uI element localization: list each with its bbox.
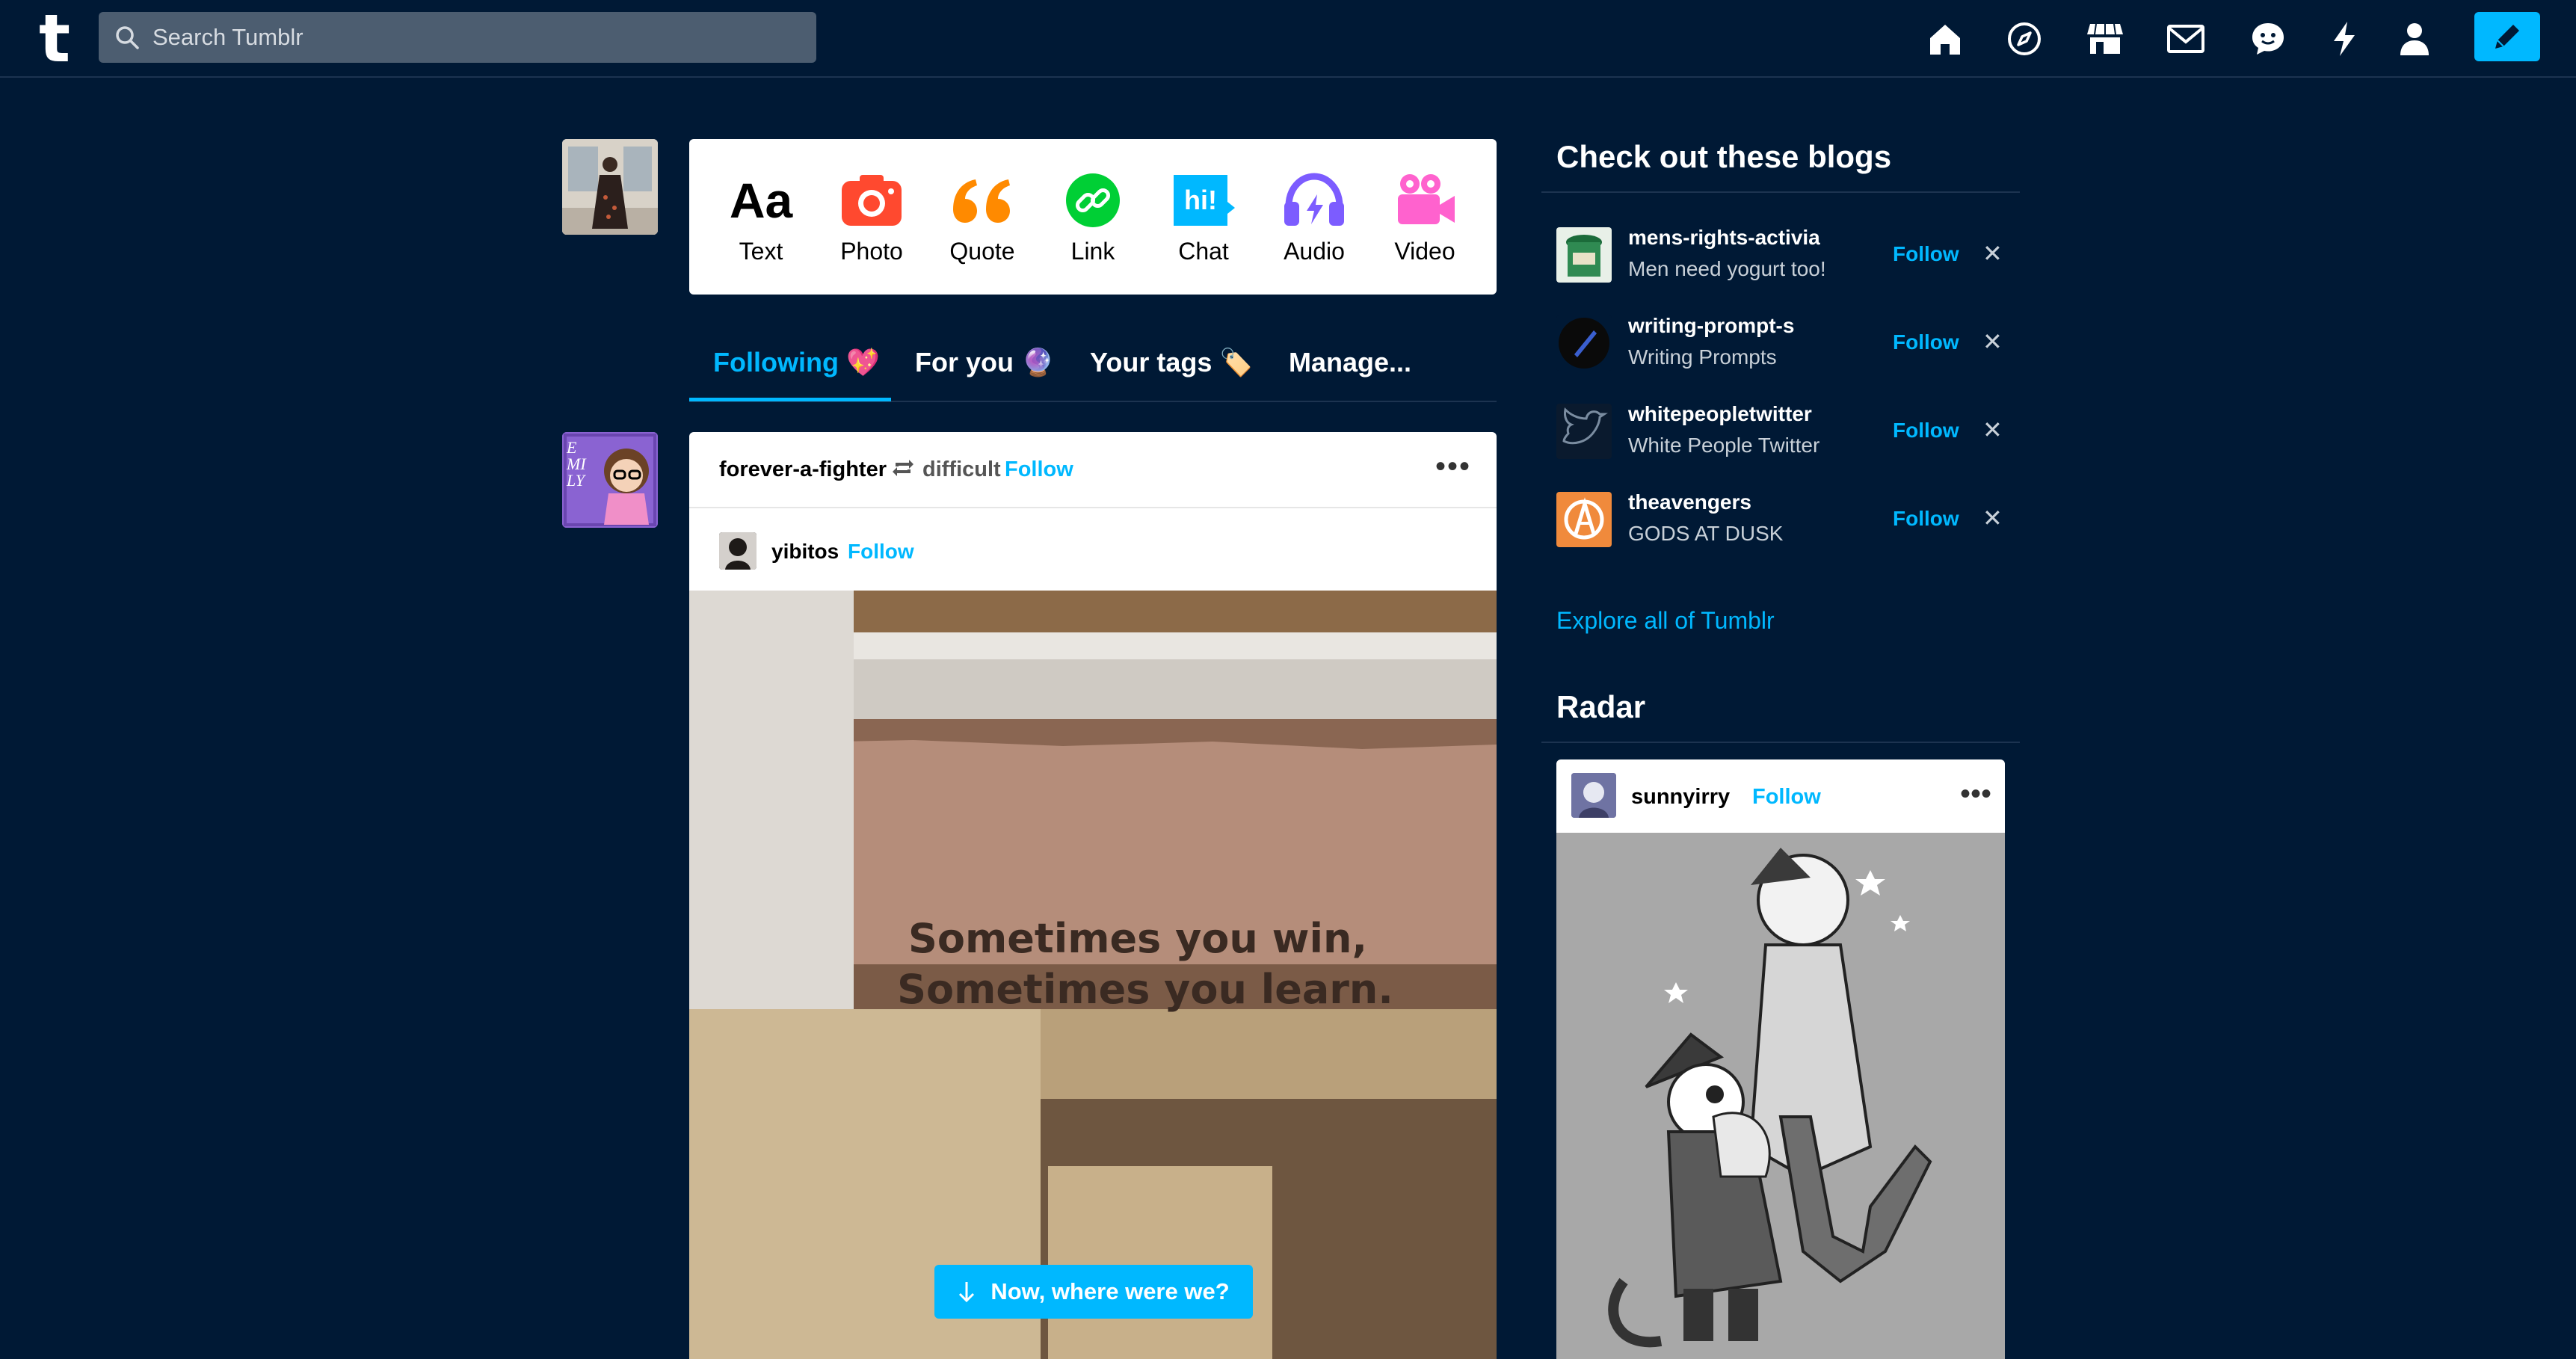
tab-your-tags[interactable]: Your tags 🏷️: [1090, 347, 1253, 378]
post-card: forever-a-fighter difficult Follow ••• y…: [689, 432, 1497, 1359]
quote-icon: [950, 169, 1014, 232]
active-tab-indicator: [689, 398, 891, 401]
link-icon: [1064, 169, 1121, 232]
recommended-blogs-title: Check out these blogs: [1556, 139, 1892, 174]
avatar-name-letters: EMILY: [567, 438, 586, 490]
post-type-text[interactable]: Aa Text: [709, 169, 813, 265]
post-image-text-line1: Sometimes you win,: [908, 915, 1367, 962]
post-type-bar: Aa Text Photo Quote Link hi! Chat Audio: [689, 139, 1497, 295]
account-icon[interactable]: [2394, 18, 2435, 60]
svg-text:hi!: hi!: [1184, 185, 1217, 215]
original-author-name[interactable]: yibitos: [771, 540, 839, 564]
text-icon: Aa: [729, 172, 793, 228]
top-nav-bar: t: [0, 0, 2576, 78]
tab-following[interactable]: Following 💖: [713, 347, 880, 378]
recommended-blog[interactable]: writing-prompt-s Writing Prompts Follow …: [1556, 308, 2020, 375]
my-avatar[interactable]: [562, 139, 658, 235]
divider: [1541, 742, 2020, 743]
post-blog-name[interactable]: forever-a-fighter: [719, 457, 887, 482]
blog-avatar: [1556, 315, 1612, 371]
post-image[interactable]: Sometimes you win, Sometimes you learn.: [689, 591, 1497, 1359]
original-author-avatar[interactable]: [719, 532, 757, 570]
recommended-blog[interactable]: whitepeopletwitter White People Twitter …: [1556, 396, 2020, 463]
tab-manage[interactable]: Manage...: [1289, 347, 1411, 378]
more-options-icon[interactable]: •••: [1435, 452, 1471, 481]
search-input[interactable]: [152, 12, 795, 63]
follow-button[interactable]: Follow: [1893, 419, 1959, 443]
video-camera-icon: [1393, 169, 1456, 232]
post-type-photo[interactable]: Photo: [819, 169, 924, 265]
post-type-video[interactable]: Video: [1372, 169, 1477, 265]
activity-icon[interactable]: [2323, 18, 2365, 60]
inbox-icon[interactable]: [2165, 18, 2207, 60]
shop-icon[interactable]: [2084, 18, 2126, 60]
home-icon[interactable]: [1924, 18, 1966, 60]
dismiss-icon[interactable]: ✕: [1982, 239, 2003, 268]
radar-post: sunnyirry Follow •••: [1556, 759, 2005, 1359]
blog-avatar: [1556, 404, 1612, 459]
post-header: forever-a-fighter difficult Follow •••: [689, 432, 1497, 508]
post-original-author: yibitos Follow: [689, 510, 1497, 591]
resume-label: Now, where were we?: [990, 1278, 1230, 1304]
search-bar[interactable]: [99, 12, 816, 63]
search-icon: [116, 26, 139, 49]
dismiss-icon[interactable]: ✕: [1982, 327, 2003, 356]
follow-button[interactable]: Follow: [1893, 330, 1959, 354]
dashboard-tabs: Following 💖 For you 🔮 Your tags 🏷️ Manag…: [689, 329, 1497, 402]
radar-follow-button[interactable]: Follow: [1752, 785, 1821, 810]
post-type-link[interactable]: Link: [1041, 169, 1145, 265]
compose-button[interactable]: [2474, 12, 2540, 61]
post-type-audio[interactable]: Audio: [1262, 169, 1366, 265]
messages-icon[interactable]: [2247, 18, 2289, 60]
dismiss-icon[interactable]: ✕: [1982, 416, 2003, 444]
camera-icon: [840, 169, 903, 232]
radar-title: Radar: [1556, 689, 1646, 724]
post-author-avatar[interactable]: EMILY: [562, 432, 658, 528]
reblogged-from[interactable]: difficult: [922, 457, 1001, 482]
blog-avatar: [1556, 227, 1612, 283]
radar-post-image[interactable]: [1556, 833, 2005, 1359]
explore-icon[interactable]: [2003, 18, 2045, 60]
divider: [1541, 191, 2020, 193]
recommended-blog[interactable]: mens-rights-activia Men need yogurt too!…: [1556, 220, 2020, 287]
tumblr-logo[interactable]: t: [39, 6, 70, 72]
post-image-text-line2: Sometimes you learn.: [897, 966, 1393, 1013]
follow-button[interactable]: Follow: [1893, 507, 1959, 531]
now-where-were-we-button[interactable]: Now, where were we?: [934, 1265, 1253, 1319]
original-author-follow[interactable]: Follow: [848, 540, 914, 564]
chat-icon: hi!: [1172, 169, 1235, 232]
radar-blog-avatar[interactable]: [1571, 773, 1616, 818]
explore-link[interactable]: Explore all of Tumblr: [1556, 607, 1775, 635]
radar-blog-name[interactable]: sunnyirry: [1631, 785, 1730, 810]
blog-avatar: [1556, 492, 1612, 547]
recommended-blog[interactable]: theavengers GODS AT DUSK Follow ✕: [1556, 484, 2020, 552]
reblog-icon: [891, 456, 915, 484]
tab-for-you[interactable]: For you 🔮: [915, 347, 1055, 378]
more-options-icon[interactable]: •••: [1960, 779, 1991, 809]
headphones-icon: [1283, 169, 1346, 232]
pencil-icon: [2495, 25, 2519, 49]
dismiss-icon[interactable]: ✕: [1982, 504, 2003, 532]
follow-button[interactable]: Follow: [1893, 242, 1959, 266]
arrow-down-icon: [959, 1282, 975, 1303]
follow-button[interactable]: Follow: [1005, 457, 1073, 482]
post-type-chat[interactable]: hi! Chat: [1151, 169, 1256, 265]
post-type-quote[interactable]: Quote: [930, 169, 1035, 265]
